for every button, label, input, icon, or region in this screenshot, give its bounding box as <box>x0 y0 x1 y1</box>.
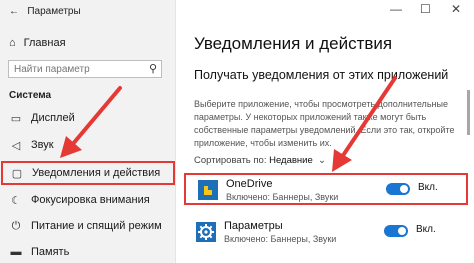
sort-dropdown[interactable]: Сортировать по: Недавние ⌄ <box>194 155 326 166</box>
sidebar-item-home[interactable]: ⌂ Главная <box>9 37 66 49</box>
search-input[interactable]: Найти параметр ⚲ <box>8 60 162 78</box>
sidebar-item-sound[interactable]: ◁ Звук <box>0 134 176 156</box>
search-icon[interactable]: ⚲ <box>149 62 157 75</box>
power-icon: ⏻ <box>11 219 21 232</box>
sidebar-item-label: Звук <box>31 139 54 151</box>
notifications-icon: ▢ <box>11 167 23 180</box>
app-status: Включено: Баннеры, Звуки <box>224 234 337 244</box>
description-text: Выберите приложение, чтобы просмотреть д… <box>194 99 455 148</box>
sidebar-item-label: Главная <box>23 37 66 49</box>
gear-icon <box>196 222 216 242</box>
toggle-switch[interactable] <box>386 183 410 195</box>
display-icon: ▭ <box>10 112 22 125</box>
back-arrow-icon[interactable]: ← <box>9 6 19 17</box>
scrollbar[interactable] <box>467 90 470 135</box>
app-row-onedrive[interactable]: OneDrive Включено: Баннеры, Звуки Вкл. <box>184 173 468 205</box>
search-placeholder: Найти параметр <box>14 64 90 75</box>
section-heading: Получать уведомления от этих приложений <box>194 68 449 82</box>
sidebar-item-label: Дисплей <box>31 112 75 124</box>
main-content: — ☐ ✕ Уведомления и действия Получать ув… <box>176 0 474 263</box>
sidebar-item-label: Питание и спящий режим <box>31 220 162 232</box>
sidebar-item-storage[interactable]: ▬ Память <box>0 241 176 263</box>
toggle-label: Вкл. <box>418 182 438 193</box>
app-row-settings[interactable]: Параметры Включено: Баннеры, Звуки Вкл. <box>184 217 468 249</box>
maximize-button[interactable]: ☐ <box>420 2 431 16</box>
focus-assist-icon: ☾ <box>11 194 21 207</box>
window-title: Параметры <box>27 6 81 17</box>
speaker-icon: ◁ <box>11 139 21 152</box>
page-title: Уведомления и действия <box>194 34 393 53</box>
app-name: OneDrive <box>226 178 273 190</box>
sidebar-item-label: Фокусировка внимания <box>31 194 150 206</box>
storage-icon: ▬ <box>10 246 22 258</box>
settings-sidebar: ← Параметры ⌂ Главная Найти параметр ⚲ С… <box>0 0 176 263</box>
section-label: Система <box>9 90 52 101</box>
onedrive-icon <box>198 180 218 200</box>
minimize-button[interactable]: — <box>390 2 402 16</box>
chevron-down-icon: ⌄ <box>315 155 327 166</box>
toggle-switch[interactable] <box>384 225 408 237</box>
sidebar-item-label: Память <box>31 246 70 258</box>
app-name: Параметры <box>224 220 283 232</box>
sidebar-item-display[interactable]: ▭ Дисплей <box>0 107 176 129</box>
sort-value: Недавние <box>269 155 313 166</box>
sidebar-item-focus-assist[interactable]: ☾ Фокусировка внимания <box>0 189 176 211</box>
sort-label: Сортировать по: <box>194 155 267 166</box>
home-icon: ⌂ <box>9 37 16 49</box>
close-button[interactable]: ✕ <box>451 2 461 16</box>
sidebar-item-power[interactable]: ⏻ Питание и спящий режим <box>0 215 176 237</box>
sidebar-item-notifications[interactable]: ▢ Уведомления и действия <box>1 161 175 185</box>
sidebar-item-label: Уведомления и действия <box>32 167 161 179</box>
title-bar: ← Параметры <box>9 6 81 17</box>
toggle-label: Вкл. <box>416 224 436 235</box>
app-status: Включено: Баннеры, Звуки <box>226 192 339 202</box>
